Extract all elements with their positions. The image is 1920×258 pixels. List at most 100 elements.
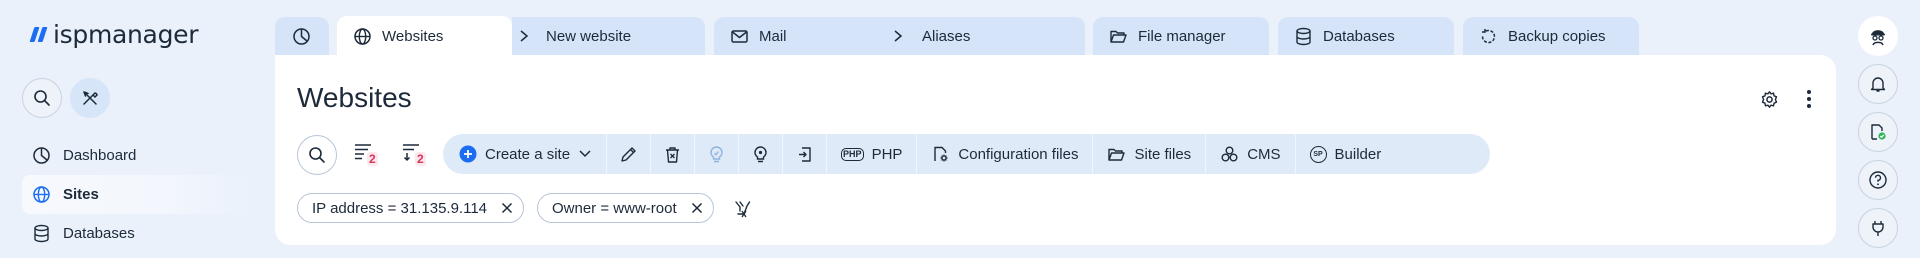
enable-button[interactable] [695,134,740,174]
filter-chip-ip[interactable]: IP address = 31.135.9.114 [297,193,524,223]
table-search-button[interactable] [297,135,337,175]
disable-button[interactable] [739,134,784,174]
tab-file-manager[interactable]: File manager [1093,17,1269,55]
builder-button[interactable]: SP Builder [1296,134,1396,174]
page-title: Websites [297,82,412,113]
sidebar-item-dashboard[interactable]: Dashboard [22,136,252,175]
filter-chip-owner[interactable]: Owner = www-root [537,193,714,223]
globe-icon [32,185,51,204]
backup-icon [1479,27,1498,46]
tab-label: Backup copies [1508,27,1606,45]
bell-icon [1869,75,1887,93]
tools-icon [81,89,99,107]
notifications-button[interactable] [1858,64,1898,104]
database-icon [1294,27,1313,46]
actions-toolbar: Create a site PHP PHP Configuration file… [443,134,1490,174]
more-options-button[interactable] [1795,85,1823,113]
trash-icon [663,145,682,164]
help-icon [1868,170,1888,190]
tab-aliases[interactable]: Aliases [892,28,970,45]
lightbulb-off-icon [751,145,770,164]
filter-chip-label: IP address = 31.135.9.114 [312,199,487,217]
license-button[interactable] [1858,112,1898,152]
close-icon[interactable] [501,202,513,214]
create-site-button[interactable]: Create a site [443,134,608,174]
site-files-button[interactable]: Site files [1093,134,1207,174]
tab-label: Aliases [922,27,971,45]
tab-label: New website [546,27,632,45]
edit-button[interactable] [607,134,652,174]
configuration-files-label: Configuration files [958,145,1079,163]
folder-icon [1107,145,1126,164]
globe-icon [353,27,372,46]
logo-mark-icon [29,27,48,42]
license-icon [1868,122,1888,142]
tab-label: File manager [1138,27,1226,45]
cms-label: CMS [1247,145,1281,163]
tab-dashboard[interactable] [275,17,329,55]
tab-label: Databases [1323,27,1395,45]
builder-label: Builder [1334,145,1382,163]
tab-label: Websites [382,27,444,45]
help-button[interactable] [1858,160,1898,200]
filter-clear-icon [733,199,753,219]
pencil-icon [619,145,638,164]
filter-chip-label: Owner = www-root [552,199,677,217]
sidebar-item-databases[interactable]: Databases [22,214,252,253]
user-avatar-icon [1867,25,1889,47]
dashboard-icon [32,146,51,165]
cms-icon [1220,145,1239,164]
php-icon: PHP [841,147,864,161]
tab-mail[interactable]: Mail Aliases [714,17,1085,55]
sidebar-tools-button[interactable] [70,78,110,118]
configuration-files-button[interactable]: Configuration files [917,134,1094,174]
sidebar-item-label: Sites [63,186,99,203]
chevron-down-icon [578,149,592,159]
database-icon [32,224,51,243]
user-menu-button[interactable] [1858,16,1898,56]
sort-button[interactable]: 2 [401,142,433,168]
tab-websites[interactable]: Websites [337,16,512,56]
tab-new-website[interactable]: New website [512,17,705,55]
settings-button[interactable] [1755,85,1783,113]
filter-count-badge: 2 [367,152,378,166]
site-files-label: Site files [1134,145,1192,163]
mail-icon [730,27,749,46]
cms-button[interactable]: CMS [1206,134,1296,174]
open-door-icon [795,145,814,164]
sidebar-item-sites[interactable]: Sites [22,175,252,214]
create-site-label: Create a site [485,145,571,163]
tab-label: Mail [759,27,787,45]
close-icon[interactable] [691,202,703,214]
clear-filters-button[interactable] [731,198,755,220]
search-icon [308,146,326,164]
php-button[interactable]: PHP PHP [827,134,918,174]
gear-icon [1760,90,1779,109]
app-logo[interactable]: ispmanager [29,20,199,49]
chevron-right-icon [892,29,904,43]
tab-backup-copies[interactable]: Backup copies [1463,17,1639,55]
open-site-button[interactable] [783,134,828,174]
dashboard-icon [292,27,311,46]
folder-icon [1109,27,1128,46]
tab-databases[interactable]: Databases [1278,17,1454,55]
more-vertical-icon [1806,89,1812,109]
sidebar-item-label: Databases [63,225,135,242]
chevron-right-icon [518,29,530,43]
builder-icon: SP [1309,145,1327,163]
sidebar-search-button[interactable] [22,78,62,118]
sidebar-nav: Dashboard Sites Databases [22,136,252,253]
php-label: PHP [871,145,903,163]
config-file-icon [931,145,950,164]
search-icon [33,89,51,107]
sidebar-item-label: Dashboard [63,147,137,164]
plug-icon [1869,219,1887,237]
plus-circle-icon [459,145,477,163]
plugins-button[interactable] [1858,208,1898,248]
delete-button[interactable] [651,134,696,174]
sort-count-badge: 2 [415,152,426,166]
brand-name: ispmanager [53,20,199,49]
main-panel: Websites 2 2 Create a site PHP PHP Confi… [275,55,1836,245]
lightbulb-icon [707,145,726,164]
filter-button[interactable]: 2 [353,142,385,168]
